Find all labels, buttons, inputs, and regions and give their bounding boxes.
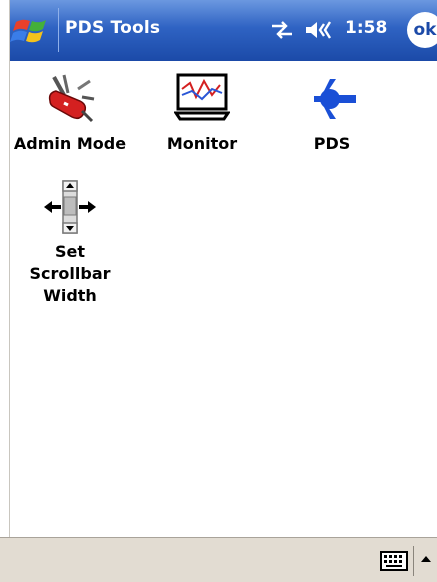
windows-flag-icon bbox=[10, 19, 46, 43]
speaker-icon[interactable] bbox=[304, 18, 338, 42]
menu-bar bbox=[0, 537, 437, 582]
app-title: PDS Tools bbox=[65, 18, 161, 38]
scrollbar-width-icon bbox=[44, 180, 96, 234]
app-pds[interactable]: PDS bbox=[267, 71, 397, 155]
app-label-line: Scrollbar bbox=[29, 264, 111, 283]
app-label: Set Scrollbar Width bbox=[5, 241, 135, 307]
clock[interactable]: 1:58 bbox=[345, 18, 387, 38]
start-button[interactable] bbox=[10, 10, 56, 52]
up-arrow-icon[interactable] bbox=[418, 552, 434, 568]
monitor-graph-icon bbox=[174, 73, 230, 121]
connectivity-arrows-icon[interactable] bbox=[268, 18, 296, 42]
app-label-line: Set bbox=[54, 242, 86, 261]
app-label-line: Width bbox=[43, 286, 97, 305]
pocket-pc-screen: PDS Tools 1:58 ok Admin Mode Monitor PDS… bbox=[0, 0, 437, 582]
swiss-army-knife-icon bbox=[48, 74, 95, 123]
app-grid: Admin Mode Monitor PDS Set Scrollbar Wid… bbox=[11, 61, 437, 537]
app-admin-mode[interactable]: Admin Mode bbox=[5, 71, 135, 155]
pds-plug-icon bbox=[314, 79, 356, 119]
app-label: Monitor bbox=[166, 134, 238, 153]
navigation-bar: PDS Tools 1:58 ok bbox=[10, 0, 437, 61]
app-set-scrollbar-width[interactable]: Set Scrollbar Width bbox=[5, 179, 135, 307]
app-label: PDS bbox=[313, 134, 351, 153]
sip-separator bbox=[413, 546, 414, 576]
app-monitor[interactable]: Monitor bbox=[137, 71, 267, 155]
ok-button[interactable]: ok bbox=[407, 12, 437, 48]
status-icons bbox=[268, 16, 338, 44]
app-label: Admin Mode bbox=[13, 134, 127, 153]
keyboard-icon[interactable] bbox=[380, 550, 408, 572]
title-separator bbox=[58, 8, 59, 52]
